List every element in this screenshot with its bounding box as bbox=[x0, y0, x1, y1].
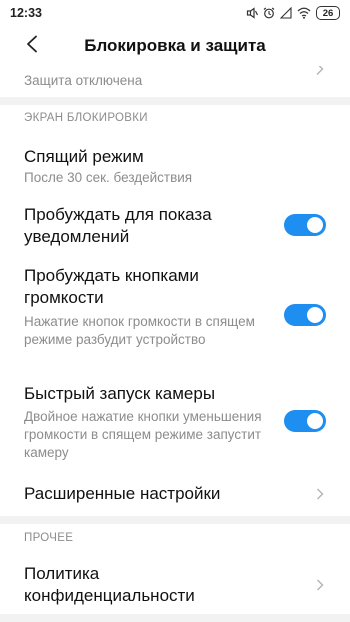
back-arrow-icon bbox=[25, 35, 39, 58]
section-divider bbox=[0, 516, 350, 524]
wake-volume-keys-title: Пробуждать кнопками громкости bbox=[24, 266, 199, 307]
sleep-mode-title: Спящий режим bbox=[24, 147, 144, 166]
wifi-icon bbox=[297, 7, 311, 19]
screen-lock-protection-item[interactable]: Защита отключена bbox=[0, 66, 350, 96]
quick-camera-toggle[interactable] bbox=[284, 410, 326, 432]
advanced-settings-title: Расширенные настройки bbox=[24, 484, 221, 503]
protection-status: Защита отключена bbox=[24, 73, 143, 88]
section-divider bbox=[0, 614, 350, 622]
back-button[interactable] bbox=[18, 32, 46, 60]
quick-camera-item[interactable]: Быстрый запуск камеры Двойное нажатие кн… bbox=[0, 383, 350, 465]
sleep-mode-subtitle: После 30 сек. бездействия bbox=[24, 170, 193, 185]
section-divider bbox=[0, 97, 350, 105]
app-header: Блокировка и защита bbox=[0, 26, 350, 66]
wake-notifications-toggle[interactable] bbox=[284, 214, 326, 236]
status-bar: 12:33 26 bbox=[0, 0, 350, 26]
wake-notifications-title: Пробуждать для показа уведомлений bbox=[24, 205, 212, 246]
advanced-settings-item[interactable]: Расширенные настройки bbox=[0, 475, 350, 513]
chevron-right-icon bbox=[317, 579, 324, 591]
wake-notifications-item[interactable]: Пробуждать для показа уведомлений bbox=[0, 204, 350, 256]
privacy-policy-item[interactable]: Политика конфиденциальности bbox=[0, 560, 350, 616]
sleep-mode-item[interactable]: Спящий режим После 30 сек. бездействия bbox=[0, 140, 350, 192]
status-time: 12:33 bbox=[10, 6, 42, 20]
battery-icon: 26 bbox=[316, 6, 340, 20]
wake-volume-keys-subtitle: Нажатие кнопок громкости в спящем режиме… bbox=[24, 314, 255, 347]
privacy-policy-title: Политика конфиденциальности bbox=[24, 564, 195, 605]
page-title: Блокировка и защита bbox=[84, 36, 266, 55]
section-header-other: ПРОЧЕЕ bbox=[24, 532, 74, 544]
section-header-lock-screen: ЭКРАН БЛОКИРОВКИ bbox=[24, 112, 148, 124]
quick-camera-subtitle: Двойное нажатие кнопки уменьшения громко… bbox=[24, 409, 262, 460]
signal-icon bbox=[280, 7, 292, 19]
status-icons: 26 bbox=[246, 6, 340, 20]
chevron-right-icon bbox=[316, 66, 324, 75]
mute-icon bbox=[246, 7, 258, 19]
chevron-right-icon bbox=[317, 488, 324, 500]
wake-volume-keys-toggle[interactable] bbox=[284, 304, 326, 326]
alarm-icon bbox=[263, 7, 275, 19]
quick-camera-title: Быстрый запуск камеры bbox=[24, 384, 216, 403]
wake-volume-keys-item[interactable]: Пробуждать кнопками громкости Нажатие кн… bbox=[0, 265, 350, 375]
